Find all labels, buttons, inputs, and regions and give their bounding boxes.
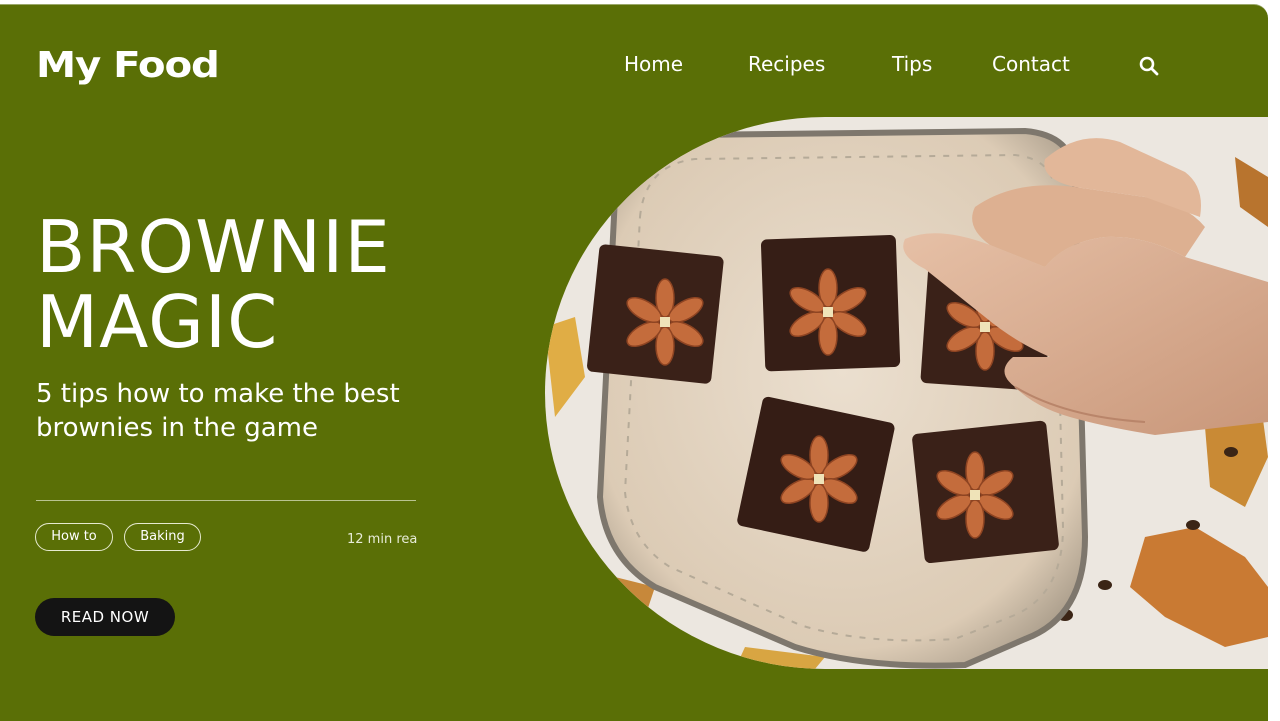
nav-item-contact[interactable]: Contact — [992, 52, 1070, 76]
read-time: 12 min rea — [347, 532, 418, 547]
nav-item-home[interactable]: Home — [624, 52, 683, 76]
page-frame: My Food Home Recipes Tips Contact BROWNI… — [0, 4, 1268, 721]
article-subtitle: 5 tips how to make the best brownies in … — [36, 379, 400, 443]
tag-how-to[interactable]: How to — [35, 523, 113, 551]
main-nav: Home Recipes Tips Contact — [0, 52, 1268, 82]
nav-item-tips[interactable]: Tips — [892, 52, 932, 76]
read-now-button[interactable]: READ NOW — [35, 598, 175, 636]
brownies-illustration — [545, 117, 1268, 669]
title-line-1: BROWNIE — [36, 205, 391, 289]
divider — [36, 500, 416, 501]
nav-item-recipes[interactable]: Recipes — [748, 52, 825, 76]
search-icon[interactable] — [1138, 55, 1160, 77]
title-line-2: MAGIC — [36, 280, 279, 364]
article-title: BROWNIE MAGIC — [36, 210, 391, 360]
tag-baking[interactable]: Baking — [124, 523, 201, 551]
hero-image — [545, 117, 1268, 669]
